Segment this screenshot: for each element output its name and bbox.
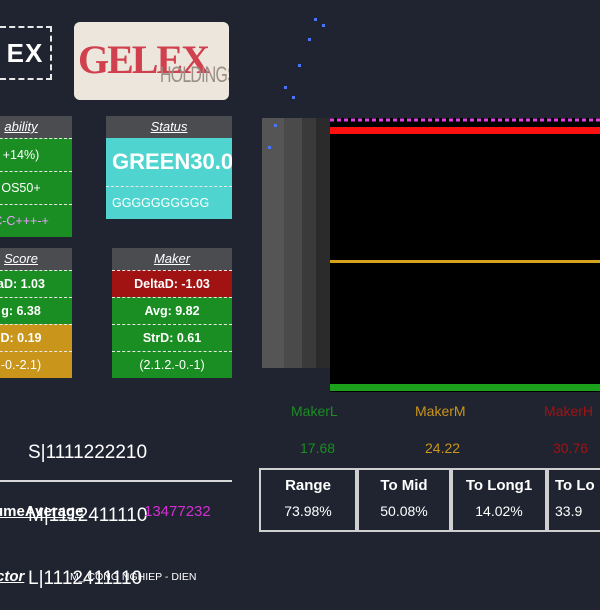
red-level-line (330, 127, 600, 134)
status-main: GREEN30.0 (106, 138, 232, 187)
sector-label: ctor (0, 568, 25, 585)
dot (322, 24, 325, 27)
blue-dot-trail (268, 18, 325, 149)
score-row: D: 0.19 (0, 324, 72, 351)
stability-row: C-C+++-+ (0, 204, 72, 237)
dot (314, 18, 317, 21)
volume-average-value: 13477232 (144, 503, 211, 520)
maker-row: (2.1.2.-0.-1) (112, 351, 232, 378)
stability-card: ability +14%) OS50+ C-C+++-+ (0, 116, 72, 237)
maker-row: StrD: 0.61 (112, 324, 232, 351)
green-level-line (330, 384, 600, 391)
price-level-chart (262, 118, 600, 392)
s-code: S|1111222210 (28, 442, 148, 463)
dot (284, 86, 287, 89)
metric-to-long1: To Long1 14.02% (451, 468, 547, 532)
maker-h-value: 30.76 (553, 440, 589, 456)
dot (268, 146, 271, 149)
metric-title: Range (285, 477, 331, 494)
score-row: g: 6.38 (0, 297, 72, 324)
metric-title: To Mid (380, 477, 428, 494)
maker-header: Maker (112, 248, 232, 270)
maker-h-label: MakerH (544, 403, 594, 419)
dot (292, 96, 295, 99)
metric-title: To Long1 (465, 477, 533, 494)
maker-l-label: MakerL (291, 403, 338, 419)
dot (308, 38, 311, 41)
metric-value: 73.98% (284, 503, 332, 519)
volume-average-label: umeAverage (0, 503, 84, 520)
dot (298, 64, 301, 67)
metric-value: 14.02% (475, 503, 523, 519)
stability-header: ability (0, 116, 72, 138)
maker-m-label: MakerM (415, 403, 466, 419)
maker-row: Avg: 9.82 (112, 297, 232, 324)
metric-range: Range 73.98% (259, 468, 357, 532)
metric-value: 33.9 (555, 503, 583, 519)
score-header: Score (0, 248, 72, 270)
metric-to-mid: To Mid 50.08% (357, 468, 451, 532)
score-row: -0.-2.1) (0, 351, 72, 378)
metric-value: 50.08% (380, 503, 428, 519)
divider (0, 480, 232, 482)
metric-title: To Lo (555, 477, 595, 494)
status-sub: GGGGGGGGGG (106, 187, 232, 219)
maker-row: DeltaD: -1.03 (112, 270, 232, 297)
maker-l-value: 17.68 (300, 440, 336, 456)
chart-plot-area (330, 118, 600, 392)
status-card: Status GREEN30.0 GGGGGGGGGG (106, 116, 232, 219)
company-logo: GELEX HOLDINGS (74, 22, 229, 100)
status-header: Status (106, 116, 232, 138)
stability-row: OS50+ (0, 171, 72, 204)
yellow-level-line (330, 260, 600, 263)
stability-row: +14%) (0, 138, 72, 171)
metric-to-long: To Lo 33.9 (547, 468, 600, 532)
logo-text-grey: HOLDINGS (160, 62, 229, 87)
score-card: Score aD: 1.03 g: 6.38 D: 0.19 -0.-2.1) (0, 248, 72, 378)
ticker-badge: EX (0, 26, 52, 80)
score-row: aD: 1.03 (0, 270, 72, 297)
maker-m-value: 24.22 (425, 440, 461, 456)
maker-card: Maker DeltaD: -1.03 Avg: 9.82 StrD: 0.61… (112, 248, 232, 378)
sector-value: M_ CONG NGHIEP - DIEN (70, 571, 197, 583)
dot (274, 124, 277, 127)
